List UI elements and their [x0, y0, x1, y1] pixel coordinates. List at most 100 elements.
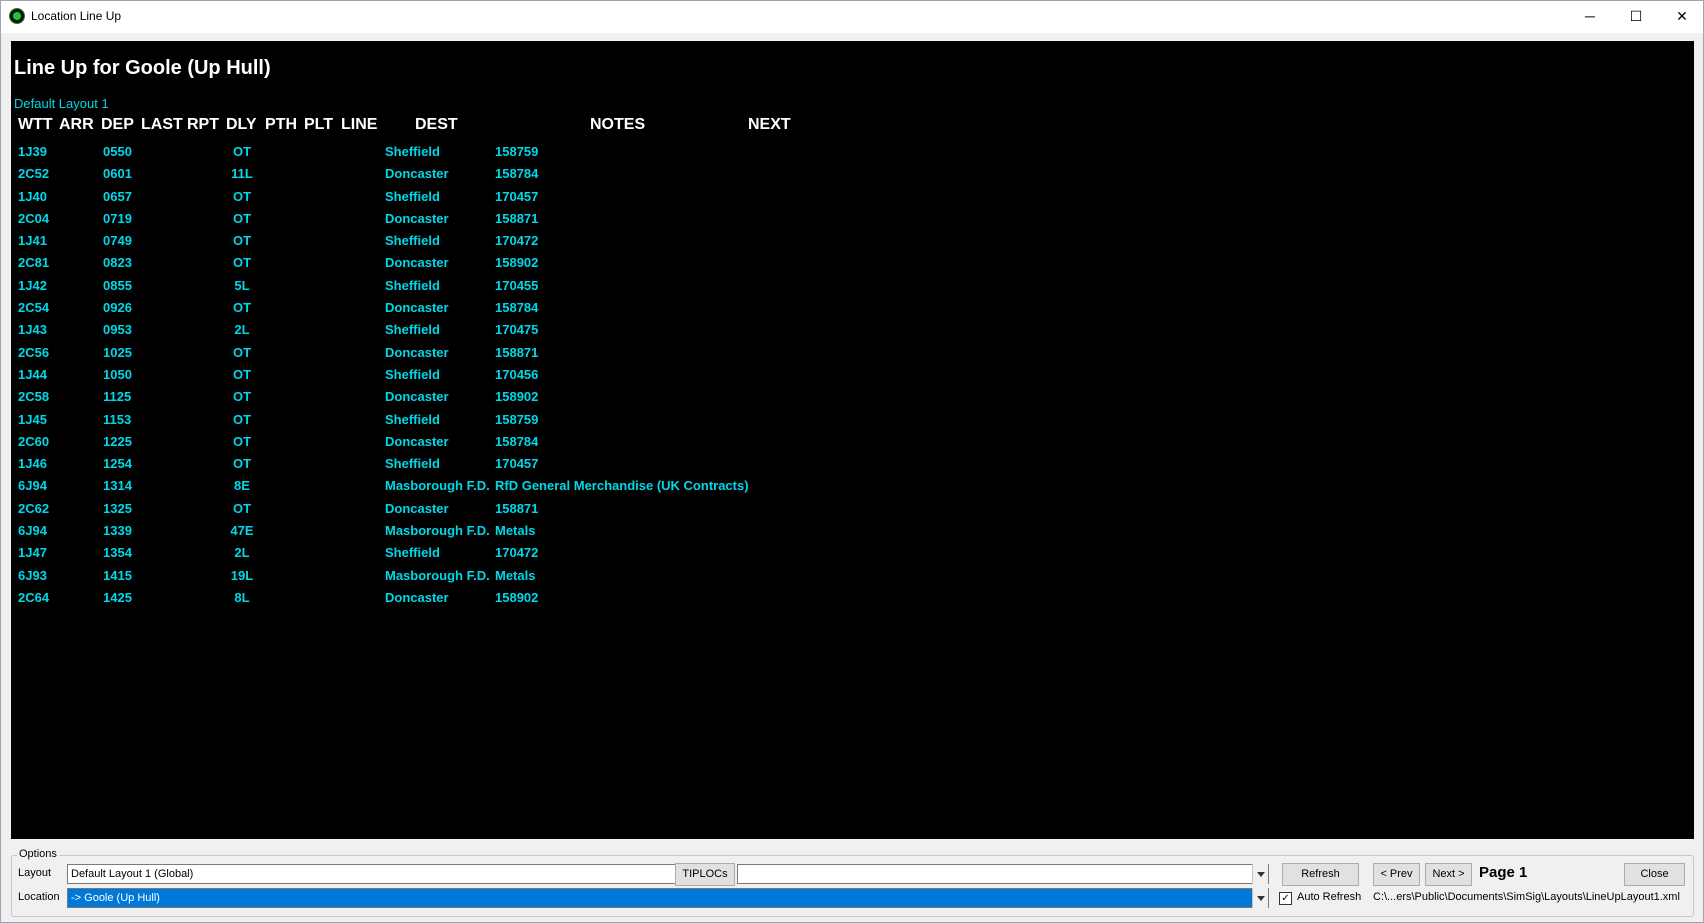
- table-row: 6J94 1339 47E Masborough F.D. Metals: [11, 520, 1694, 542]
- cell-dep: 1425: [103, 589, 132, 605]
- cell-notes: 158759: [495, 411, 539, 427]
- cell-dep: 0719: [103, 210, 132, 226]
- cell-notes: 170455: [495, 277, 539, 293]
- cell-wtt: 1J39: [18, 144, 47, 159]
- table-row: 2C81 0823 OT Doncaster 158902: [11, 252, 1694, 274]
- table-row: 6J93 1415 19L Masborough F.D. Metals: [11, 565, 1694, 587]
- col-header-last: LAST: [141, 116, 183, 133]
- location-select[interactable]: -> Goole (Up Hull): [67, 888, 1269, 908]
- cell-notes: Metals: [495, 567, 536, 583]
- cell-dest: Doncaster: [385, 433, 449, 449]
- table-row: 1J42 0855 5L Sheffield 170455: [11, 275, 1694, 297]
- layout-name-label: Default Layout 1: [14, 96, 109, 111]
- cell-dly: OT: [232, 389, 252, 405]
- cell-dest: Masborough F.D.: [385, 523, 490, 539]
- table-row: 2C56 1025 OT Doncaster 158871: [11, 342, 1694, 364]
- cell-wtt: 2C64: [18, 589, 50, 605]
- cell-dest: Doncaster: [385, 500, 449, 516]
- cell-dest: Sheffield: [385, 188, 440, 204]
- next-page-button[interactable]: Next >: [1425, 863, 1472, 886]
- cell-dly: OT: [232, 300, 252, 316]
- cell-dest: Doncaster: [385, 300, 449, 316]
- cell-wtt: 1J46: [18, 456, 47, 472]
- cell-wtt: 1J41: [18, 233, 47, 249]
- table-row: 1J39 0550 OT Sheffield 158759: [11, 141, 1694, 163]
- title-bar[interactable]: Location Line Up ─ ☐ ✕: [1, 1, 1703, 33]
- cell-dep: 0601: [103, 166, 132, 182]
- table-row: 1J40 0657 OT Sheffield 170457: [11, 186, 1694, 208]
- prev-page-button[interactable]: < Prev: [1373, 863, 1420, 886]
- table-row: 2C54 0926 OT Doncaster 158784: [11, 297, 1694, 319]
- cell-dest: Doncaster: [385, 255, 449, 271]
- cell-dly: 19L: [230, 567, 254, 583]
- cell-wtt: 2C62: [18, 500, 50, 516]
- close-button[interactable]: Close: [1624, 863, 1685, 886]
- cell-wtt: 1J42: [18, 277, 47, 293]
- location-dropdown-icon[interactable]: [1252, 888, 1268, 908]
- cell-dep: 1025: [103, 344, 132, 360]
- cell-notes: 158902: [495, 389, 539, 405]
- cell-dep: 1325: [103, 500, 132, 516]
- cell-wtt: 2C54: [18, 300, 50, 316]
- col-header-line: LINE: [341, 116, 378, 133]
- cell-dly: 8E: [234, 478, 250, 494]
- col-header-pth: PTH: [265, 116, 297, 133]
- col-header-plt: PLT: [304, 116, 334, 133]
- cell-wtt: 1J44: [18, 366, 47, 382]
- cell-dest: Doncaster: [385, 589, 449, 605]
- cell-notes: 170456: [495, 366, 539, 382]
- app-icon: [9, 8, 25, 24]
- cell-notes: 158871: [495, 344, 539, 360]
- cell-dest: Sheffield: [385, 233, 440, 249]
- cell-dly: OT: [232, 366, 252, 382]
- cell-dest: Doncaster: [385, 389, 449, 405]
- table-row: 2C64 1425 8L Doncaster 158902: [11, 587, 1694, 609]
- line-up-rows: 1J39 0550 OT Sheffield 158759 2C52 0601 11L Donc…: [11, 141, 1694, 609]
- cell-dly: OT: [232, 210, 252, 226]
- cell-dep: 1153: [103, 411, 132, 427]
- cell-dep: 1339: [103, 523, 132, 539]
- cell-dest: Doncaster: [385, 344, 449, 360]
- page-indicator: Page 1: [1479, 864, 1528, 881]
- refresh-button[interactable]: Refresh: [1282, 863, 1359, 886]
- auto-refresh-checkbox[interactable]: ✓: [1279, 892, 1292, 905]
- cell-notes: 170457: [495, 188, 539, 204]
- cell-dep: 1354: [103, 545, 132, 561]
- cell-dest: Sheffield: [385, 144, 440, 159]
- table-row: 6J94 1314 8E Masborough F.D. RfD General Mer…: [11, 475, 1694, 497]
- cell-dep: 1254: [103, 456, 132, 472]
- cell-dly: OT: [232, 433, 252, 449]
- line-up-window: Location Line Up ─ ☐ ✕ Line Up for Goole…: [0, 0, 1704, 923]
- table-row: 2C62 1325 OT Doncaster 158871: [11, 498, 1694, 520]
- cell-notes: 158902: [495, 255, 539, 271]
- table-row: 2C58 1125 OT Doncaster 158902: [11, 386, 1694, 408]
- cell-notes: 158784: [495, 300, 539, 316]
- table-row: 2C04 0719 OT Doncaster 158871: [11, 208, 1694, 230]
- maximize-button[interactable]: ☐: [1613, 1, 1659, 33]
- tiplocs-field[interactable]: [737, 864, 1269, 884]
- table-row: 1J44 1050 OT Sheffield 170456: [11, 364, 1694, 386]
- cell-dep: 1125: [103, 389, 132, 405]
- cell-dly: OT: [232, 233, 252, 249]
- cell-notes: 158871: [495, 210, 539, 226]
- table-row: 1J41 0749 OT Sheffield 170472: [11, 230, 1694, 252]
- cell-dly: OT: [232, 456, 252, 472]
- tiplocs-button[interactable]: TIPLOCs: [675, 863, 735, 886]
- col-header-wtt: WTT: [18, 116, 53, 133]
- cell-notes: Metals: [495, 523, 536, 539]
- layout-field[interactable]: Default Layout 1 (Global): [67, 864, 687, 884]
- col-header-arr: ARR: [59, 116, 94, 133]
- location-label: Location: [18, 891, 60, 903]
- minimize-button[interactable]: ─: [1567, 1, 1613, 33]
- close-window-button[interactable]: ✕: [1659, 1, 1704, 33]
- cell-notes: 170457: [495, 456, 539, 472]
- cell-wtt: 2C04: [18, 210, 50, 226]
- cell-wtt: 2C56: [18, 344, 50, 360]
- cell-dest: Sheffield: [385, 456, 440, 472]
- cell-notes: 170472: [495, 233, 539, 249]
- tiplocs-dropdown-icon[interactable]: [1252, 864, 1268, 884]
- options-group: Options Layout Default Layout 1 (Global)…: [11, 848, 1694, 917]
- cell-dly: OT: [232, 188, 252, 204]
- cell-dly: OT: [232, 344, 252, 360]
- col-header-dest: DEST: [415, 116, 458, 133]
